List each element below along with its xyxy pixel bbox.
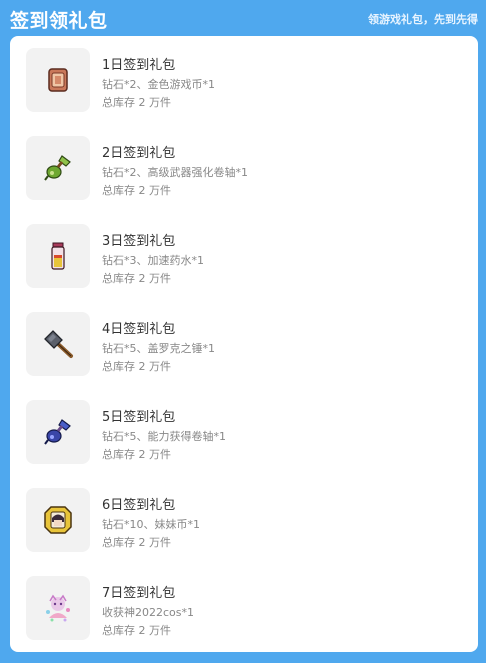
green-scroll-icon [44,155,71,181]
gift-item-day4[interactable]: 4日签到礼包 钻石*5、盖罗克之锤*1 总库存 2 万件 [10,300,478,388]
gift-item-day5[interactable]: 5日签到礼包 钻石*5、能力获得卷轴*1 总库存 2 万件 [10,388,478,476]
gift-description: 钻石*5、能力获得卷轴*1 [102,430,226,443]
gift-stock: 总库存 2 万件 [102,624,171,637]
gift-thumbnail [26,136,90,200]
sister-coin-icon [44,506,72,534]
gift-stock: 总库存 2 万件 [102,536,171,549]
page-title: 签到领礼包 [10,10,108,32]
gift-name: 3日签到礼包 [102,234,176,249]
gift-name: 5日签到礼包 [102,410,176,425]
gift-description: 收获神2022cos*1 [102,606,195,619]
gift-name: 7日签到礼包 [102,586,176,601]
gift-description: 钻石*5、盖罗克之锤*1 [102,342,215,355]
page-subtitle: 领游戏礼包，先到先得 [368,13,478,26]
gift-item-day1[interactable]: 1日签到礼包 钻石*2、金色游戏币*1 总库存 2 万件 [10,36,478,124]
potion-vial-icon [51,242,65,270]
gift-name: 2日签到礼包 [102,146,176,161]
gift-thumbnail [26,400,90,464]
gift-item-day2[interactable]: 2日签到礼包 钻石*2、高级武器强化卷轴*1 总库存 2 万件 [10,124,478,212]
gift-thumbnail [26,48,90,112]
gift-name: 6日签到礼包 [102,498,176,513]
gift-item-day3[interactable]: 3日签到礼包 钻石*3、加速药水*1 总库存 2 万件 [10,212,478,300]
gift-thumbnail [26,576,90,640]
gift-description: 钻石*2、高级武器强化卷轴*1 [102,166,248,179]
blue-scroll-icon [44,419,71,445]
copper-token-icon [48,68,68,92]
gift-name: 1日签到礼包 [102,58,176,73]
gift-stock: 总库存 2 万件 [102,360,171,373]
gift-description: 钻石*10、妹妹币*1 [102,518,200,531]
gift-list: 1日签到礼包 钻石*2、金色游戏币*1 总库存 2 万件 2日签到礼包 钻石*2… [10,36,478,652]
gift-stock: 总库存 2 万件 [102,96,171,109]
hammer-icon [44,330,73,358]
gift-thumbnail [26,312,90,376]
gift-item-day7[interactable]: 7日签到礼包 收获神2022cos*1 总库存 2 万件 [10,564,478,652]
anime-costume-icon [46,594,70,622]
gift-thumbnail [26,488,90,552]
gift-name: 4日签到礼包 [102,322,176,337]
gift-thumbnail [26,224,90,288]
page-header: 签到领礼包 领游戏礼包，先到先得 [0,0,486,36]
gift-item-day6[interactable]: 6日签到礼包 钻石*10、妹妹币*1 总库存 2 万件 [10,476,478,564]
gift-stock: 总库存 2 万件 [102,272,171,285]
gift-description: 钻石*2、金色游戏币*1 [102,78,215,91]
gift-description: 钻石*3、加速药水*1 [102,254,204,267]
gift-stock: 总库存 2 万件 [102,184,171,197]
gift-stock: 总库存 2 万件 [102,448,171,461]
